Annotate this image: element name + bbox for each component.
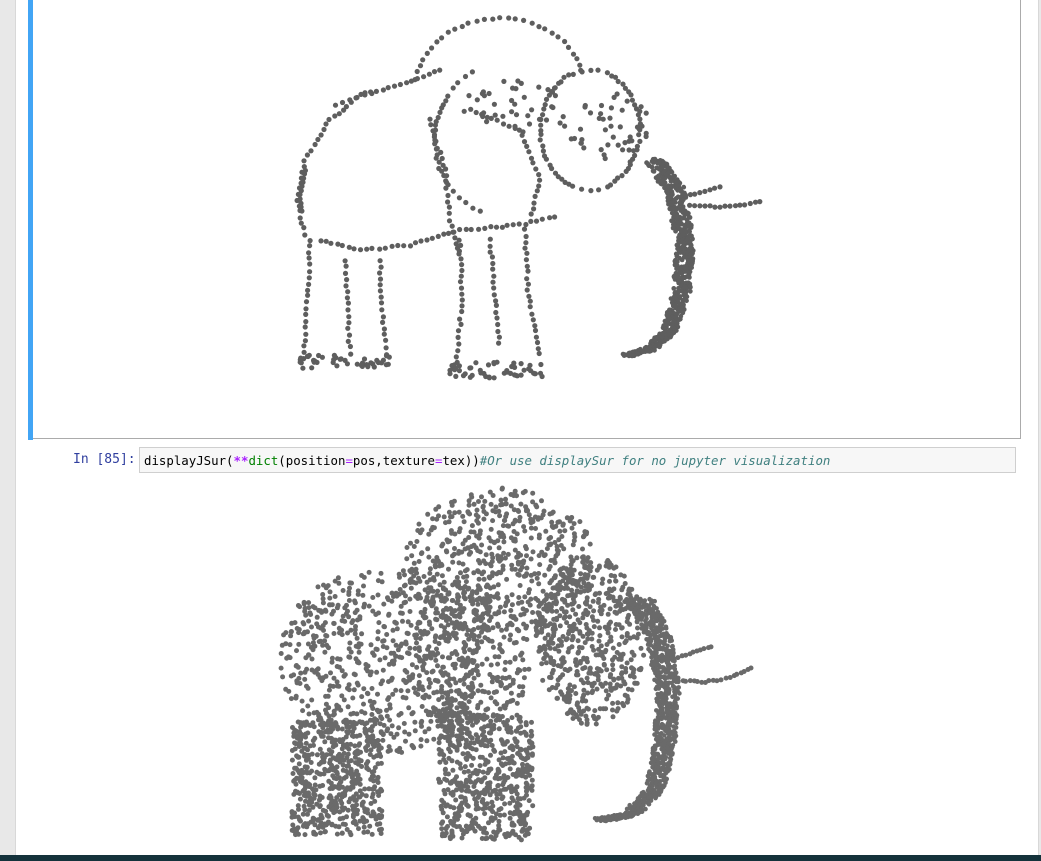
elephant-point-cloud-dense[interactable] <box>0 0 1041 861</box>
taskbar <box>0 855 1041 861</box>
